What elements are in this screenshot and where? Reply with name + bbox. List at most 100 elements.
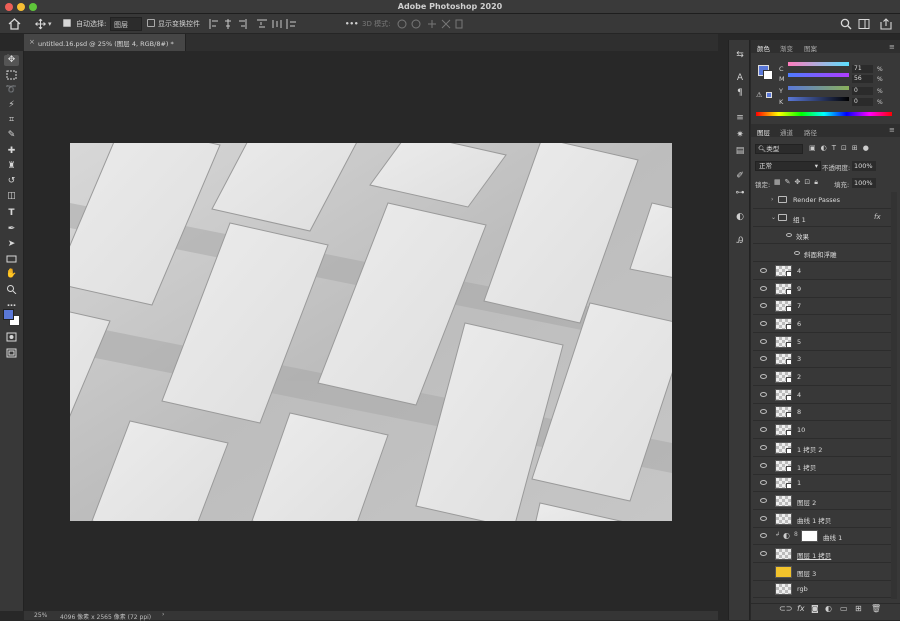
layer-row[interactable]: 图层 1 拷贝 (753, 546, 892, 563)
add-mask-icon[interactable]: ◙ (811, 604, 819, 613)
eyedropper-tool[interactable]: ✎ (4, 130, 19, 141)
eye-icon[interactable] (794, 251, 800, 256)
layer-row[interactable]: 3 (753, 351, 892, 369)
hand-tool[interactable]: ✋ (4, 269, 19, 280)
layer-row[interactable]: 10 (753, 422, 892, 440)
tab-color[interactable]: 颜色 (757, 43, 770, 53)
eye-icon[interactable] (760, 462, 767, 468)
tab-channels[interactable]: 通道 (780, 127, 793, 137)
layer-row[interactable]: 曲线 1 拷贝 (753, 511, 892, 528)
eye-icon[interactable] (760, 391, 767, 397)
eye-icon[interactable] (760, 267, 767, 273)
healing-brush-tool[interactable]: ✚ (4, 146, 19, 157)
crop-tool[interactable]: ⌗ (4, 115, 19, 126)
eye-icon[interactable] (760, 551, 767, 556)
layer-row[interactable]: 2 (753, 369, 892, 386)
workspace-icon[interactable] (858, 18, 870, 30)
layer-row[interactable]: 图层 3 (753, 564, 892, 581)
home-icon[interactable] (8, 18, 21, 30)
tab-pattern[interactable]: 图案 (804, 43, 817, 53)
eye-icon[interactable] (760, 480, 767, 486)
eraser-tool[interactable]: ◫ (4, 191, 19, 202)
chevron-down-icon[interactable]: ▾ (48, 17, 52, 31)
libraries-panel-icon[interactable]: ▤ (734, 146, 746, 157)
character-panel-icon[interactable]: A (734, 73, 746, 84)
layers-scrollbar[interactable] (891, 192, 897, 599)
layer-row[interactable]: 图层 2 (753, 493, 892, 510)
link-icon[interactable]: 8 (794, 531, 798, 538)
move-tool[interactable]: ✥ (4, 55, 19, 66)
layers-panel-menu-icon[interactable]: ≡ (889, 126, 895, 134)
layer-row[interactable]: › Render Passes (753, 192, 892, 209)
channel-k-slider[interactable] (788, 97, 849, 101)
new-group-icon[interactable]: ▭ (840, 604, 848, 613)
foreground-color-swatch[interactable] (3, 309, 14, 320)
gamut-color-swatch[interactable] (766, 92, 772, 98)
new-layer-icon[interactable]: ⊞ (855, 604, 862, 613)
chevron-right-icon[interactable]: › (771, 196, 773, 203)
marquee-tool[interactable] (4, 70, 19, 81)
eye-icon[interactable] (760, 533, 767, 539)
color-panel-background-swatch[interactable] (763, 70, 773, 80)
close-tab-icon[interactable]: × (29, 38, 35, 46)
show-transform-checkbox[interactable] (147, 19, 155, 27)
status-menu-icon[interactable]: › (162, 611, 164, 618)
history-brush-tool[interactable]: ↺ (4, 176, 19, 187)
delete-layer-icon[interactable]: 🗑︎ (871, 604, 881, 613)
search-icon[interactable] (840, 18, 852, 30)
eye-icon[interactable] (760, 356, 767, 362)
channel-y-value[interactable]: 0 (852, 87, 873, 95)
document-canvas[interactable] (70, 143, 672, 521)
layer-row[interactable]: 4 (753, 263, 892, 280)
eye-icon[interactable] (760, 444, 767, 450)
more-options-icon[interactable]: ••• (345, 17, 358, 31)
auto-select-dropdown[interactable]: 图层 (110, 17, 142, 31)
brush-settings-icon[interactable]: ⊶ (734, 188, 746, 199)
layer-row[interactable]: ⌄ 组 1 fx (753, 210, 892, 227)
move-tool-icon[interactable] (34, 18, 47, 30)
share-icon[interactable] (879, 18, 893, 30)
adjustments-panel-icon[interactable]: ✷ (734, 130, 746, 141)
eye-icon[interactable] (760, 320, 767, 326)
layer-row[interactable]: 斜面和浮雕 (753, 245, 892, 263)
layer-row[interactable]: 4 (753, 387, 892, 404)
layer-row[interactable]: 1 拷贝 (753, 458, 892, 475)
tab-paths[interactable]: 路径 (804, 127, 817, 137)
eye-icon[interactable] (786, 233, 792, 238)
quick-mask-icon[interactable] (4, 332, 19, 343)
type-tool[interactable]: T (4, 208, 19, 219)
chevron-right-icon[interactable]: ⌄ (771, 214, 776, 221)
lock-icons[interactable]: ▦✎✥⊡🔒︎ (774, 178, 822, 187)
layer-row[interactable]: 6 (753, 316, 892, 333)
link-layers-icon[interactable]: ⊂⊃ (779, 604, 792, 613)
eye-icon[interactable] (760, 409, 767, 415)
channel-m-value[interactable]: 56 (852, 75, 873, 83)
zoom-level[interactable]: 25% (34, 612, 47, 619)
layer-style-icon[interactable]: fx (797, 604, 805, 613)
layer-row[interactable]: 效果 (753, 227, 892, 245)
opacity-input[interactable]: 100% (852, 161, 876, 171)
channel-y-slider[interactable] (788, 86, 849, 90)
eye-icon[interactable] (760, 497, 767, 503)
clone-stamp-tool[interactable]: ♜ (4, 161, 19, 172)
fill-input[interactable]: 100% (852, 178, 876, 188)
layer-row[interactable]: 5 (753, 334, 892, 351)
pen-tool[interactable]: ✒ (4, 224, 19, 235)
layer-row[interactable]: 1 拷贝 2 (753, 440, 892, 457)
glyphs-panel-icon[interactable]: Ꭿ (734, 236, 746, 247)
rectangle-tool[interactable] (4, 254, 19, 265)
clone-source-icon[interactable]: ◐ (734, 212, 746, 223)
path-selection-tool[interactable]: ➤ (4, 239, 19, 250)
magic-wand-tool[interactable]: ⚡ (4, 100, 19, 111)
layer-row[interactable]: 1 (753, 475, 892, 493)
layer-row[interactable]: ↲ ◐ 8 曲线 1 (753, 528, 892, 546)
align-icons[interactable] (209, 18, 297, 30)
layer-mask-thumbnail[interactable] (801, 530, 818, 543)
eye-icon[interactable] (760, 303, 767, 309)
channel-k-value[interactable]: 0 (852, 98, 873, 106)
channel-c-slider[interactable] (788, 62, 849, 66)
tab-gradient[interactable]: 渐变 (780, 43, 793, 53)
history-panel-icon[interactable]: ⇆ (734, 50, 746, 61)
eye-icon[interactable] (760, 338, 767, 344)
layer-row[interactable]: rgb (753, 581, 892, 599)
